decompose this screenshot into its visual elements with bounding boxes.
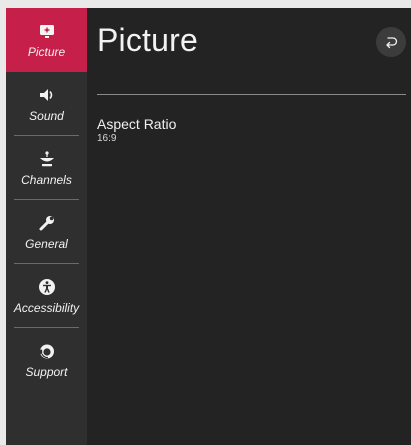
sidebar-item-label: General: [25, 237, 68, 251]
setting-value: 16:9: [97, 133, 117, 144]
settings-window: Picture Sound Channels General Accessibi…: [6, 8, 411, 445]
settings-sidebar: Picture Sound Channels General Accessibi…: [6, 8, 87, 445]
back-arrow-icon: [386, 37, 398, 49]
sidebar-item-label: Accessibility: [13, 301, 80, 315]
sidebar-item-label: Sound: [29, 109, 64, 123]
divider: [97, 94, 406, 95]
sidebar-item-label: Support: [25, 365, 68, 379]
app-frame: Picture Sound Channels General Accessibi…: [0, 0, 411, 445]
accessibility-icon: [38, 279, 55, 295]
sidebar-item-channels[interactable]: Channels: [6, 136, 87, 200]
wrench-icon: [39, 216, 54, 231]
sidebar-item-general[interactable]: General: [6, 200, 87, 264]
sidebar-item-accessibility[interactable]: Accessibility: [6, 264, 87, 328]
speaker-icon: [39, 89, 52, 101]
sidebar-item-support[interactable]: Support: [6, 328, 87, 392]
headset-icon: [39, 344, 54, 359]
settings-content: Picture Aspect Ratio 16:9: [87, 8, 411, 445]
sidebar-item-label: Channels: [21, 173, 72, 187]
aspect-ratio-setting[interactable]: Aspect Ratio 16:9: [97, 116, 176, 144]
tv-icon: [39, 25, 54, 38]
sidebar-item-picture[interactable]: Picture: [6, 8, 87, 72]
setting-label: Aspect Ratio: [97, 116, 177, 132]
satellite-dish-icon: [39, 151, 54, 167]
back-button[interactable]: [376, 27, 406, 57]
sidebar-item-label: Picture: [27, 45, 66, 59]
sidebar-item-sound[interactable]: Sound: [6, 72, 87, 136]
page-title: Picture: [97, 22, 198, 58]
